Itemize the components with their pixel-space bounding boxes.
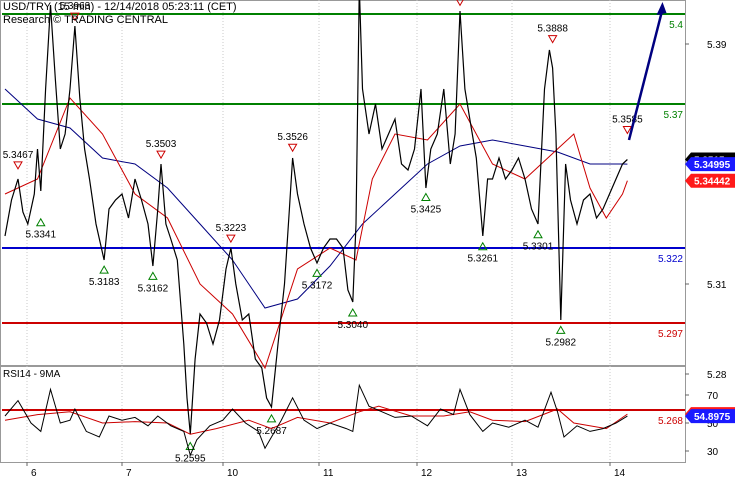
high-marker-icon	[13, 161, 23, 170]
high-marker-icon	[547, 35, 558, 44]
low-label: 5.3301	[523, 242, 554, 253]
level-label: 5.297	[658, 329, 683, 340]
high-marker-icon	[226, 234, 236, 244]
price-line	[4, 0, 628, 435]
rsi-axis-label: 70	[707, 391, 719, 402]
price-series	[4, 0, 628, 435]
low-label: 5.3162	[138, 283, 169, 294]
low-marker-icon	[347, 307, 358, 317]
low-label: 5.3425	[411, 205, 442, 216]
level-label: 5.4	[669, 20, 683, 31]
time-axis-label: 11	[323, 468, 334, 479]
high-marker-icon	[287, 143, 298, 153]
value-tag-label: 5.34442	[694, 177, 731, 188]
rsi-axis-label: 30	[707, 447, 719, 458]
level-label: 5.322	[658, 254, 683, 265]
high-marker-icon	[156, 150, 166, 160]
ma-slow-line	[4, 88, 628, 309]
time-axis-label: 7	[126, 468, 132, 479]
low-marker-icon	[35, 217, 46, 227]
low-marker-icon	[421, 192, 431, 201]
chart-canvas: 5.45.375.3225.2975.268 5.34675.33415.403…	[0, 0, 735, 479]
low-label: 5.3040	[337, 320, 368, 331]
chart-source: Research © TRADING CENTRAL	[3, 14, 168, 26]
high-label: 5.3223	[216, 223, 247, 234]
value-tag-label: 5.34995	[694, 160, 731, 171]
high-label: 5.3467	[3, 150, 34, 161]
rsi-panel: 70503056.36754.8975	[4, 383, 735, 458]
low-marker-icon	[266, 413, 277, 423]
forecast-arrow-shaft	[627, 12, 663, 141]
forecast-arrow	[627, 2, 667, 141]
time-axis-label: 14	[614, 468, 626, 479]
low-label: 5.3341	[25, 230, 56, 241]
high-label: 5.3585	[612, 115, 643, 126]
price-axis-label: 5.39	[707, 40, 727, 51]
high-label: 5.3503	[146, 139, 177, 150]
level-label: 5.37	[664, 110, 684, 121]
rsi-title: RSI14 - 9MA	[3, 369, 61, 380]
time-axis-label: 12	[421, 468, 433, 479]
price-axis-label: 5.28	[707, 370, 727, 381]
high-label: 5.3888	[537, 24, 568, 35]
low-marker-icon	[99, 265, 109, 274]
level-label: 5.268	[658, 416, 683, 427]
low-label: 5.2982	[545, 337, 576, 348]
low-label: 5.3172	[302, 280, 333, 291]
panel-frames	[0, 0, 686, 463]
low-marker-icon	[148, 271, 158, 280]
time-axis-label: 10	[227, 468, 239, 479]
main-panel-frame	[0, 0, 686, 366]
time-axis: 6 7 10 11 12 13 14	[26, 462, 626, 479]
low-label: 5.3183	[89, 277, 120, 288]
rsi-value-tag-label: 54.8975	[694, 412, 731, 423]
main-price-axis: 5.395.315.285.35155.349955.34442	[685, 40, 735, 381]
low-marker-icon	[533, 229, 543, 239]
low-marker-icon	[555, 325, 566, 334]
time-axis-label: 13	[516, 468, 528, 479]
low-label: 5.2687	[256, 426, 287, 437]
time-axis-label: 6	[31, 468, 37, 479]
forecast-arrow-head-icon	[656, 2, 667, 15]
main-grid	[26, 0, 611, 462]
chart-symbol-title: USD/TRY (15 min) - 12/14/2018 05:23:11 (…	[3, 1, 237, 13]
low-label: 5.3261	[467, 254, 498, 265]
rsi-panel-frame	[0, 366, 686, 463]
price-axis-label: 5.31	[707, 280, 727, 291]
high-label: 5.3526	[277, 132, 308, 143]
low-marker-icon	[312, 268, 322, 277]
